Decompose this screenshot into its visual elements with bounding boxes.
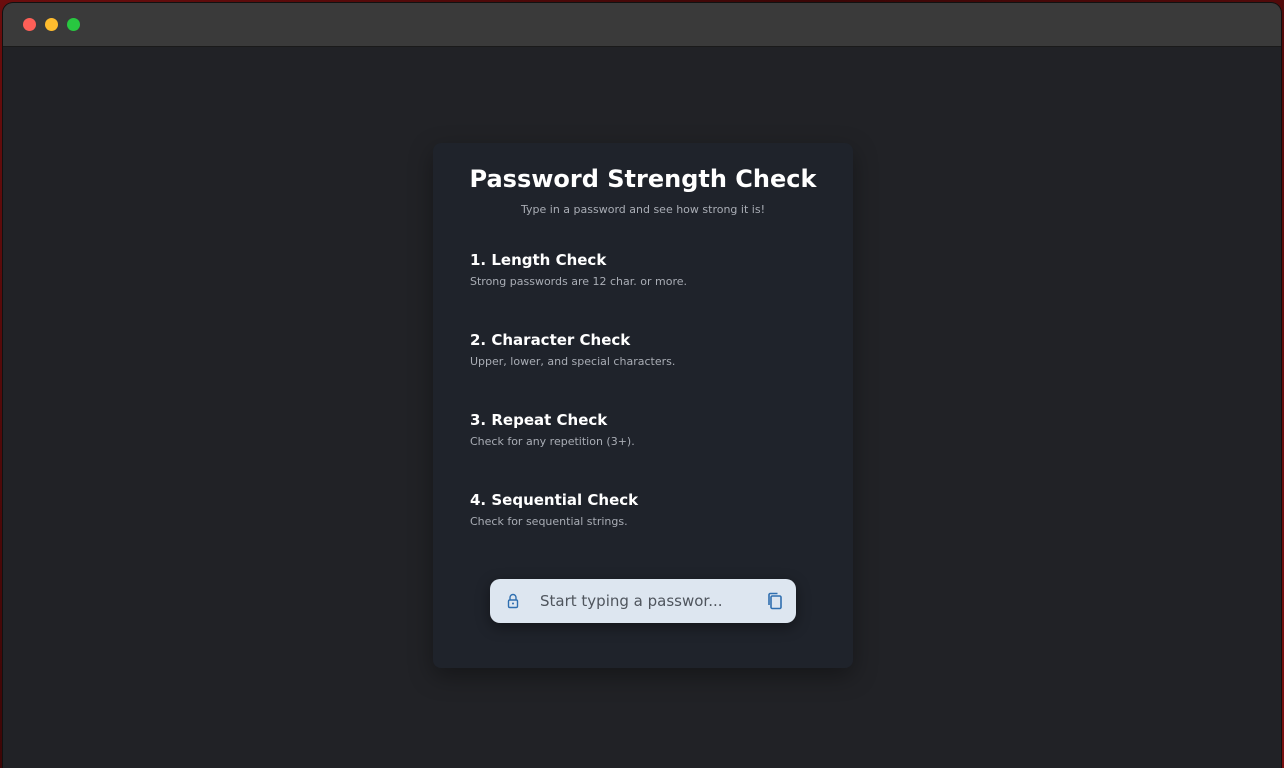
password-checker-card: Password Strength Check Type in a passwo… bbox=[433, 143, 853, 668]
minimize-window-button[interactable] bbox=[45, 18, 58, 31]
check-item-length: 1. Length Check Strong passwords are 12 … bbox=[470, 250, 820, 288]
card-title: Password Strength Check bbox=[469, 165, 817, 193]
check-title: 4. Sequential Check bbox=[470, 491, 639, 509]
close-window-button[interactable] bbox=[23, 18, 36, 31]
check-item-character: 2. Character Check Upper, lower, and spe… bbox=[470, 330, 820, 368]
check-description: Strong passwords are 12 char. or more. bbox=[470, 275, 687, 288]
check-title: 3. Repeat Check bbox=[470, 411, 608, 429]
check-title: 1. Length Check bbox=[470, 251, 607, 269]
password-input[interactable] bbox=[540, 589, 750, 613]
app-window: Password Strength Check Type in a passwo… bbox=[3, 3, 1281, 768]
check-description: Check for any repetition (3+). bbox=[470, 435, 635, 448]
check-description: Check for sequential strings. bbox=[470, 515, 628, 528]
card-subtitle: Type in a password and see how strong it… bbox=[521, 203, 765, 216]
check-description: Upper, lower, and special characters. bbox=[470, 355, 676, 368]
window-titlebar bbox=[3, 3, 1281, 47]
password-input-container[interactable] bbox=[490, 579, 796, 623]
maximize-window-button[interactable] bbox=[67, 18, 80, 31]
copy-icon[interactable] bbox=[766, 592, 783, 610]
check-title: 2. Character Check bbox=[470, 331, 631, 349]
check-item-repeat: 3. Repeat Check Check for any repetition… bbox=[470, 410, 820, 448]
lock-icon bbox=[507, 593, 519, 609]
check-item-sequential: 4. Sequential Check Check for sequential… bbox=[470, 490, 820, 528]
